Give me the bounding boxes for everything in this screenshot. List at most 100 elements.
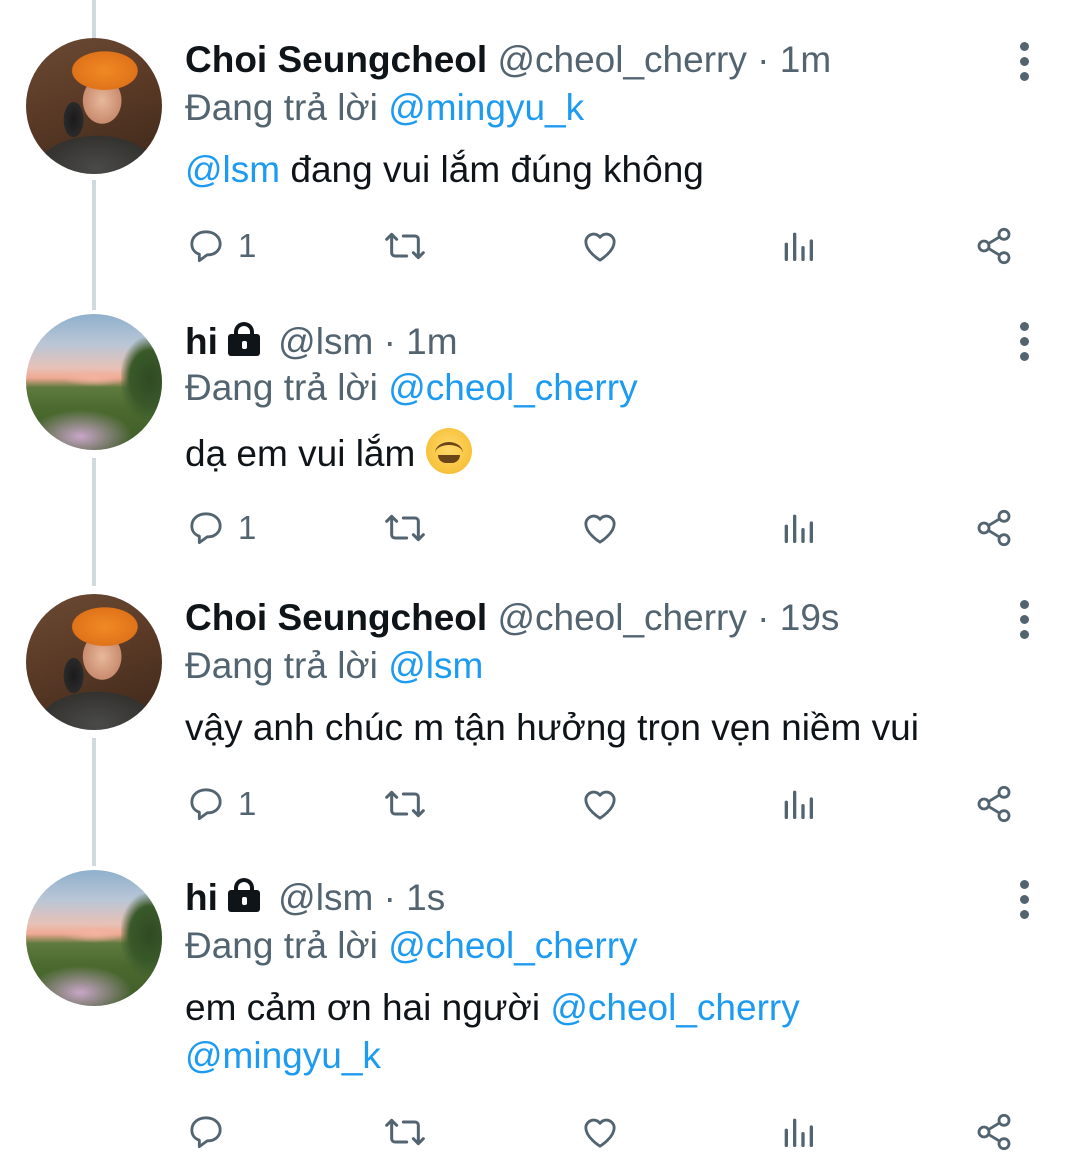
tweet-header: hi @lsm · 1m: [185, 320, 458, 364]
user-handle[interactable]: @lsm: [278, 877, 373, 918]
reply-prefix: Đang trả lời: [185, 87, 378, 128]
avatar[interactable]: [26, 870, 162, 1006]
user-handle[interactable]: @cheol_cherry: [497, 597, 746, 638]
separator: ·: [383, 321, 396, 362]
replying-to: Đang trả lời @mingyu_k: [185, 86, 584, 130]
reply-prefix: Đang trả lời: [185, 645, 378, 686]
reply-button[interactable]: 1: [186, 504, 256, 552]
views-icon: [784, 232, 813, 261]
tweet-text: em cảm ơn hai người @cheol_cherry @mingyu…: [185, 984, 1005, 1080]
separator: ·: [757, 597, 770, 638]
reply-icon: [190, 230, 222, 263]
avatar[interactable]: [26, 314, 162, 450]
share-icon: [977, 227, 1011, 265]
tweet-text-segment: dạ em vui lắm: [185, 433, 426, 474]
views-button[interactable]: [780, 222, 816, 270]
separator: ·: [757, 39, 770, 80]
reply-icon: [190, 788, 222, 821]
tweet-text: vậy anh chúc m tận hưởng trọn vẹn niềm v…: [185, 704, 1005, 752]
avatar[interactable]: [26, 594, 162, 730]
action-bar: 1: [0, 780, 1080, 828]
tweet-header: Choi Seungcheol @cheol_cherry · 19s: [185, 596, 839, 640]
reply-icon: [190, 1116, 222, 1149]
views-button[interactable]: [780, 504, 816, 552]
more-icon[interactable]: [1016, 42, 1032, 82]
like-button[interactable]: [580, 780, 620, 828]
lock-icon: [226, 878, 262, 912]
tweet-text: @lsm đang vui lắm đúng không: [185, 146, 1005, 194]
reply-prefix: Đang trả lời: [185, 367, 378, 408]
retweet-button[interactable]: [383, 780, 427, 828]
tweet-text-segment: vậy anh chúc m tận hưởng trọn vẹn niềm v…: [185, 707, 919, 748]
user-handle[interactable]: @cheol_cherry: [497, 39, 746, 80]
like-icon: [584, 514, 616, 544]
views-button[interactable]: [780, 780, 816, 828]
action-bar: [0, 1108, 1080, 1156]
retweet-button[interactable]: [383, 504, 427, 552]
user-handle[interactable]: @lsm: [278, 321, 373, 362]
retweet-icon: [385, 232, 425, 260]
retweet-icon: [385, 1118, 425, 1146]
like-icon: [584, 232, 616, 262]
share-button[interactable]: [974, 222, 1014, 270]
more-icon[interactable]: [1016, 600, 1032, 640]
share-button[interactable]: [974, 780, 1014, 828]
views-button[interactable]: [780, 1108, 816, 1156]
tweet-text-segment: em cảm ơn hai người: [185, 987, 551, 1028]
retweet-button[interactable]: [383, 222, 427, 270]
reply-count: 1: [238, 227, 257, 264]
mention-link[interactable]: @lsm: [185, 149, 280, 190]
tweet-text: dạ em vui lắm: [185, 428, 1005, 478]
like-button[interactable]: [580, 1108, 620, 1156]
views-icon: [784, 1118, 813, 1147]
reply-button[interactable]: [186, 1108, 238, 1156]
share-button[interactable]: [974, 1108, 1014, 1156]
avatar[interactable]: [26, 38, 162, 174]
like-icon: [584, 1118, 616, 1148]
lock-icon: [226, 322, 262, 356]
hugging-face-emoji: [425, 428, 472, 474]
tweet[interactable]: hi @lsm · 1s Đang trả lời @cheol_cherry …: [0, 850, 1080, 1172]
tweet[interactable]: Choi Seungcheol @cheol_cherry · 19s Đang…: [0, 570, 1080, 850]
timestamp[interactable]: 19s: [780, 597, 840, 638]
separator: ·: [383, 877, 396, 918]
mention-link[interactable]: @cheol_cherry: [550, 987, 799, 1028]
timestamp[interactable]: 1m: [780, 39, 831, 80]
action-bar: 1: [0, 222, 1080, 270]
more-icon[interactable]: [1016, 880, 1032, 920]
reply-count: 1: [238, 509, 257, 546]
reply-prefix: Đang trả lời: [185, 925, 378, 966]
more-icon[interactable]: [1016, 322, 1032, 362]
timestamp[interactable]: 1s: [406, 877, 445, 918]
tweet[interactable]: Choi Seungcheol @cheol_cherry · 1m Đang …: [0, 0, 1080, 290]
reply-count: 1: [238, 785, 257, 822]
reply-button[interactable]: 1: [186, 222, 256, 270]
like-icon: [584, 790, 616, 820]
mention-link[interactable]: @mingyu_k: [185, 1035, 381, 1076]
display-name[interactable]: hi: [185, 877, 218, 918]
display-name[interactable]: Choi Seungcheol: [185, 39, 487, 80]
share-icon: [977, 1113, 1011, 1151]
retweet-icon: [385, 514, 425, 542]
reply-to-mention[interactable]: @cheol_cherry: [388, 367, 637, 408]
like-button[interactable]: [580, 504, 620, 552]
share-button[interactable]: [974, 504, 1014, 552]
reply-icon: [190, 512, 222, 545]
action-bar: 1: [0, 504, 1080, 552]
reply-to-mention[interactable]: @cheol_cherry: [388, 925, 637, 966]
replying-to: Đang trả lời @lsm: [185, 644, 483, 688]
reply-button[interactable]: 1: [186, 780, 256, 828]
display-name[interactable]: hi: [185, 321, 218, 362]
tweet[interactable]: hi @lsm · 1m Đang trả lời @cheol_cherry …: [0, 290, 1080, 570]
retweet-button[interactable]: [383, 1108, 427, 1156]
views-icon: [784, 790, 813, 819]
tweet-header: hi @lsm · 1s: [185, 876, 445, 920]
display-name[interactable]: Choi Seungcheol: [185, 597, 487, 638]
share-icon: [977, 785, 1011, 823]
reply-to-mention[interactable]: @mingyu_k: [388, 87, 584, 128]
views-icon: [784, 514, 813, 543]
tweet-header: Choi Seungcheol @cheol_cherry · 1m: [185, 38, 831, 82]
reply-to-mention[interactable]: @lsm: [388, 645, 483, 686]
timestamp[interactable]: 1m: [406, 321, 457, 362]
like-button[interactable]: [580, 222, 620, 270]
